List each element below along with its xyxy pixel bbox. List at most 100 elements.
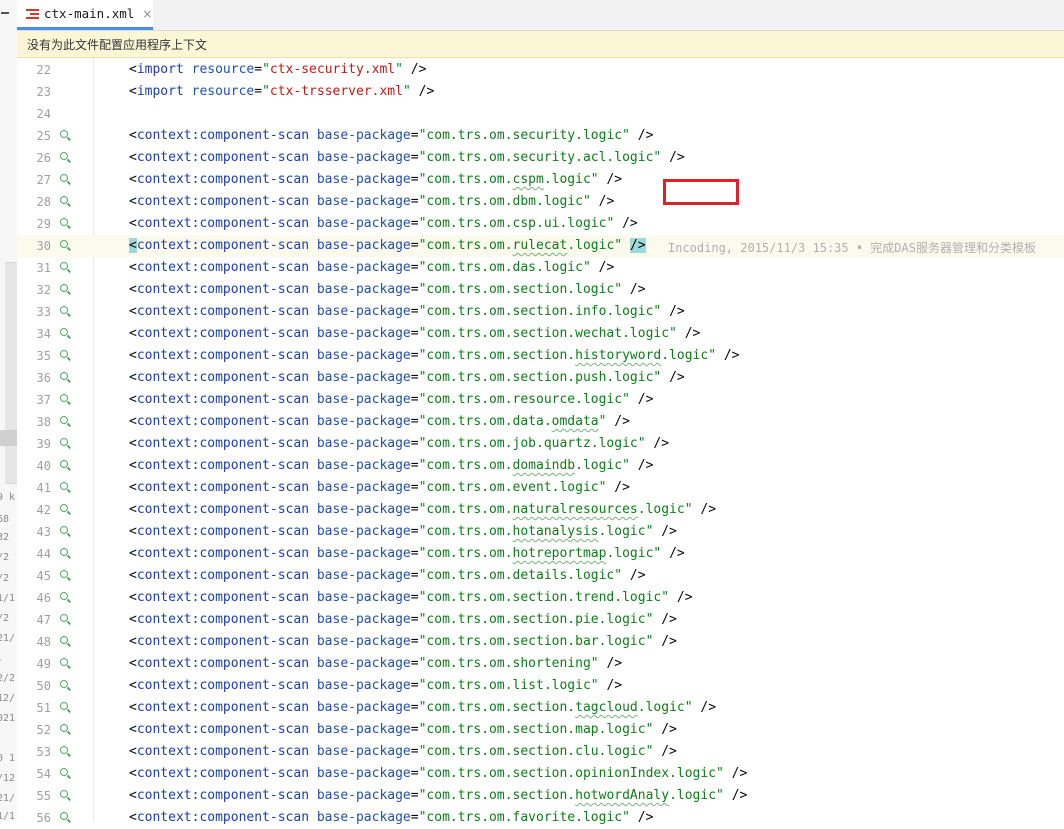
bean-search-icon[interactable] — [60, 702, 68, 710]
bean-search-icon[interactable] — [60, 196, 68, 204]
code-row: <context:component-scan base-package="co… — [93, 807, 1064, 829]
bean-search-icon[interactable] — [60, 790, 68, 798]
code-line[interactable]: <context:component-scan base-package="co… — [129, 700, 716, 715]
bean-search-icon[interactable] — [60, 328, 68, 336]
package-value: "com.trs.om.section.historyword.logic" — [418, 348, 717, 363]
bean-search-icon[interactable] — [60, 394, 68, 402]
bean-search-icon[interactable] — [60, 284, 68, 292]
code-line[interactable]: <context:component-scan base-package="co… — [129, 194, 614, 209]
bean-search-icon[interactable] — [60, 174, 68, 182]
xml-tag-name: context:component-scan — [136, 546, 310, 561]
code-line[interactable]: <context:component-scan base-package="co… — [129, 722, 677, 737]
code-line[interactable]: <context:component-scan base-package="co… — [129, 326, 700, 341]
bean-search-icon[interactable] — [60, 152, 68, 160]
bean-search-icon[interactable] — [60, 680, 68, 688]
xml-attr-name: base-package — [316, 634, 411, 649]
code-line[interactable]: <context:component-scan base-package="co… — [129, 370, 685, 385]
code-line[interactable]: <context:component-scan base-package="co… — [129, 744, 677, 759]
code-line[interactable]: <context:component-scan base-package="co… — [129, 348, 740, 363]
gutter-row: 38 — [17, 411, 93, 433]
panel-item-fragment: /2 — [0, 613, 10, 624]
bean-search-icon[interactable] — [60, 548, 68, 556]
code-editor[interactable]: <import resource="ctx-security.xml" /> <i… — [93, 58, 1064, 825]
package-segment: com.trs.om.section.pie.logic — [426, 612, 646, 627]
code-line[interactable]: <context:component-scan base-package="co… — [129, 810, 653, 825]
close-icon[interactable]: × — [142, 7, 152, 21]
bean-search-icon[interactable] — [60, 460, 68, 468]
bean-search-icon[interactable] — [60, 262, 68, 270]
bean-search-icon[interactable] — [60, 416, 68, 424]
package-segment: com.trs.om.list.logic — [426, 678, 591, 693]
line-number: 50 — [36, 679, 51, 693]
bean-search-icon[interactable] — [60, 812, 68, 820]
code-line[interactable]: <context:component-scan base-package="co… — [129, 678, 622, 693]
xml-tag-name: context:component-scan — [136, 348, 310, 363]
bean-search-icon[interactable] — [60, 240, 68, 248]
package-value: "com.trs.om.section.clu.logic" — [418, 744, 654, 759]
code-line[interactable]: <import resource="ctx-trsserver.xml" /> — [129, 84, 434, 99]
code-line[interactable]: <context:component-scan base-package="co… — [129, 436, 669, 451]
panel-scrollbar[interactable] — [5, 262, 17, 484]
code-line[interactable]: <context:component-scan base-package="co… — [129, 546, 685, 561]
code-line[interactable]: <context:component-scan base-package="co… — [129, 568, 646, 583]
code-row: <context:component-scan base-package="co… — [93, 697, 1064, 719]
gutter-row: 35 — [17, 345, 93, 367]
tag-open-bracket: < — [129, 304, 137, 319]
code-line[interactable]: <context:component-scan base-package="co… — [129, 590, 693, 605]
bean-search-icon[interactable] — [60, 350, 68, 358]
code-line[interactable]: <context:component-scan base-package="co… — [129, 788, 747, 803]
package-segment: com.trs.om.section.map.logic — [426, 722, 646, 737]
code-line[interactable]: <context:component-scan base-package="co… — [129, 150, 685, 165]
bean-search-icon[interactable] — [60, 592, 68, 600]
code-line[interactable]: <context:component-scan base-package="co… — [129, 656, 622, 671]
bean-search-icon[interactable] — [60, 724, 68, 732]
bean-search-icon[interactable] — [60, 218, 68, 226]
code-line[interactable]: <context:component-scan base-package="co… — [129, 282, 646, 297]
code-line[interactable]: <context:component-scan base-package="co… — [129, 172, 622, 187]
code-line[interactable]: <context:component-scan base-package="co… — [129, 392, 653, 407]
bean-search-icon[interactable] — [60, 504, 68, 512]
code-line[interactable]: <context:component-scan base-package="co… — [129, 238, 646, 253]
bean-search-icon[interactable] — [60, 636, 68, 644]
bean-search-icon[interactable] — [60, 130, 68, 138]
bean-search-icon[interactable] — [60, 372, 68, 380]
code-line[interactable]: <context:component-scan base-package="co… — [129, 128, 653, 143]
xml-attr-name: base-package — [316, 788, 411, 803]
code-line[interactable]: <context:component-scan base-package="co… — [129, 480, 630, 495]
bean-search-icon[interactable] — [60, 570, 68, 578]
bean-search-icon[interactable] — [60, 306, 68, 314]
bean-search-icon[interactable] — [60, 658, 68, 666]
code-line[interactable]: <context:component-scan base-package="co… — [129, 304, 685, 319]
code-line[interactable]: <import resource="ctx-security.xml" /> — [129, 62, 426, 77]
bean-search-icon[interactable] — [60, 768, 68, 776]
bean-search-icon[interactable] — [60, 482, 68, 490]
package-value: "com.trs.om.csp.ui.logic" — [418, 216, 615, 231]
xml-tag-name: context:component-scan — [136, 722, 310, 737]
code-line[interactable]: <context:component-scan base-package="co… — [129, 612, 677, 627]
code-row: <context:component-scan base-package="co… — [93, 411, 1064, 433]
bean-search-icon[interactable] — [60, 438, 68, 446]
code-line[interactable]: <context:component-scan base-package="co… — [129, 502, 716, 517]
collapse-icon[interactable] — [1, 12, 9, 14]
package-value: "com.trs.om.security.logic" — [418, 128, 630, 143]
bean-search-icon[interactable] — [60, 746, 68, 754]
code-line[interactable]: <context:component-scan base-package="co… — [129, 260, 614, 275]
tab-ctx-main-xml[interactable]: ctx-main.xml × — [17, 0, 153, 30]
tag-open-bracket: < — [129, 590, 137, 605]
xml-tag-name: context:component-scan — [136, 700, 310, 715]
xml-attr-name: base-package — [316, 766, 411, 781]
tag-close-bracket: /> — [629, 568, 646, 583]
xml-tag-name: context:component-scan — [136, 304, 310, 319]
tag-close-bracket: /> — [669, 150, 685, 165]
bean-search-icon[interactable] — [60, 526, 68, 534]
code-line[interactable]: <context:component-scan base-package="co… — [129, 458, 653, 473]
code-line[interactable]: <context:component-scan base-package="co… — [129, 414, 630, 429]
bean-search-icon[interactable] — [60, 614, 68, 622]
package-value: "com.trs.om.section.bar.logic" — [418, 634, 654, 649]
code-line[interactable]: <context:component-scan base-package="co… — [129, 524, 677, 539]
tag-close-bracket: /> — [606, 172, 623, 187]
xml-tag-name: context:component-scan — [136, 150, 310, 165]
code-line[interactable]: <context:component-scan base-package="co… — [129, 216, 638, 231]
code-line[interactable]: <context:component-scan base-package="co… — [129, 766, 747, 781]
code-line[interactable]: <context:component-scan base-package="co… — [129, 634, 677, 649]
